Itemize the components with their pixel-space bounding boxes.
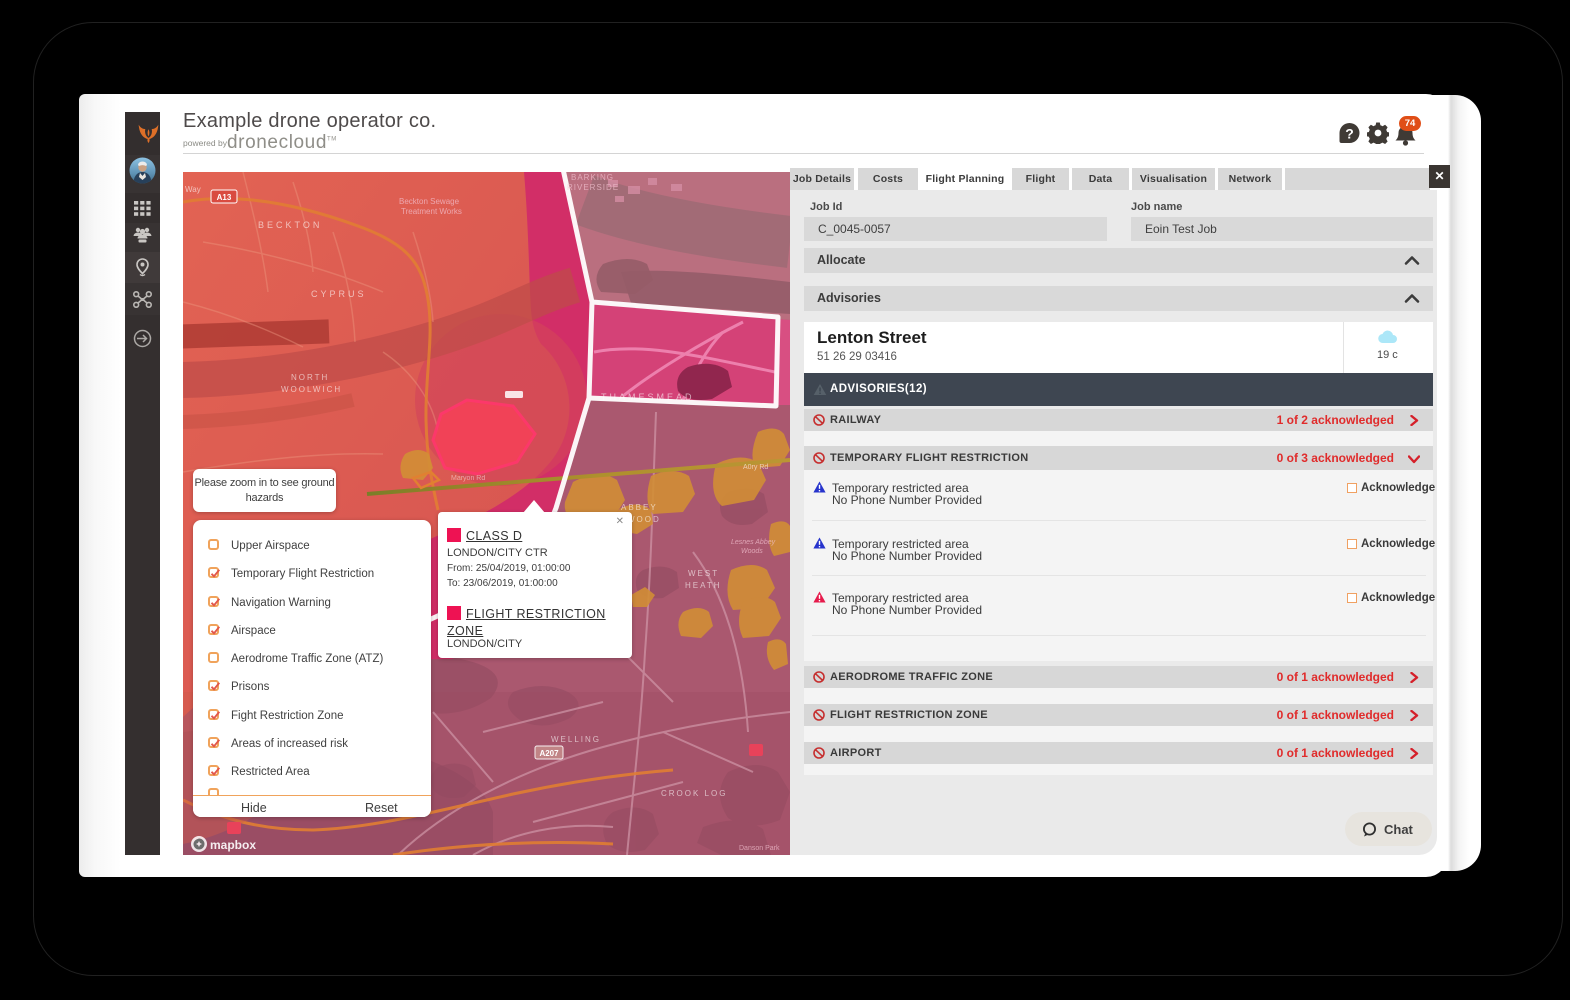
- svg-text:A207: A207: [539, 749, 559, 758]
- svg-text:ABBEY: ABBEY: [621, 503, 658, 512]
- svg-text:WEST: WEST: [688, 569, 719, 578]
- svg-text:Lesnes Abbey: Lesnes Abbey: [731, 539, 776, 546]
- svg-text:WOOLWICH: WOOLWICH: [281, 385, 342, 394]
- svg-text:BARKING: BARKING: [571, 173, 614, 182]
- svg-text:THAMESMEAD: THAMESMEAD: [601, 392, 695, 402]
- svg-text:Maryon Rd: Maryon Rd: [451, 475, 485, 482]
- svg-text:?: ?: [1345, 126, 1354, 142]
- svg-text:BECKTON: BECKTON: [258, 220, 322, 230]
- svg-text:mapbox: mapbox: [210, 838, 256, 852]
- svg-text:WELLING: WELLING: [551, 735, 601, 744]
- svg-text:A0ry Rd: A0ry Rd: [743, 464, 768, 471]
- svg-text:WOOD: WOOD: [627, 515, 661, 524]
- svg-text:CROOK LOG: CROOK LOG: [661, 789, 727, 798]
- svg-text:Danson Park: Danson Park: [739, 845, 780, 852]
- svg-text:RIVERSIDE: RIVERSIDE: [567, 183, 619, 192]
- svg-text:Beckton Sewage: Beckton Sewage: [399, 197, 460, 206]
- svg-text:HEATH: HEATH: [685, 581, 722, 590]
- svg-text:Way: Way: [185, 185, 201, 194]
- svg-text:Treatment Works: Treatment Works: [401, 207, 462, 216]
- svg-text:Woods: Woods: [741, 548, 763, 555]
- svg-text:A13: A13: [217, 193, 232, 202]
- svg-text:NORTH: NORTH: [291, 373, 329, 382]
- svg-text:CYPRUS: CYPRUS: [311, 289, 367, 299]
